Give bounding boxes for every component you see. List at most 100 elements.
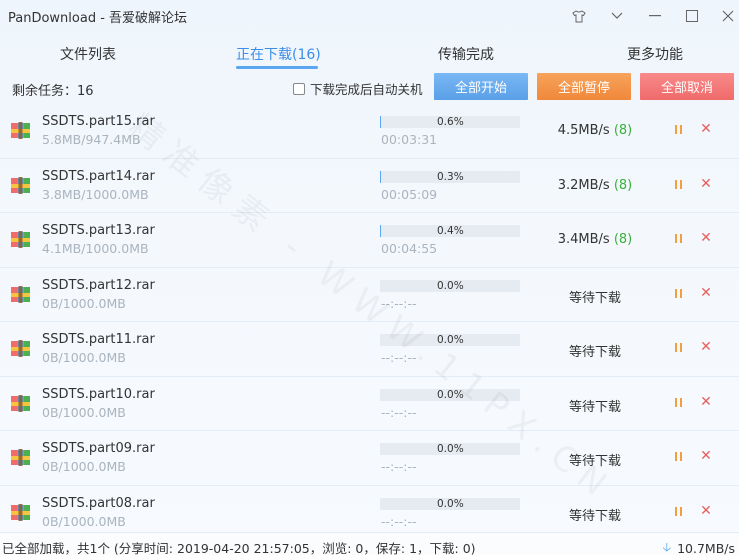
progress-percent: 0.6%: [437, 116, 464, 128]
download-status: 3.2MB/s (8): [540, 178, 650, 193]
progress-fill: [380, 225, 381, 237]
download-status: 等待下载: [540, 450, 650, 469]
minimize-icon[interactable]: [643, 4, 667, 28]
cancel-icon[interactable]: ✕: [699, 504, 713, 518]
file-size: 0B/1000.0MB: [42, 295, 126, 311]
file-size: 5.8MB/947.4MB: [42, 132, 141, 147]
download-row[interactable]: SSDTS.part13.rar 4.1MB/1000.0MB 0.4% 00:…: [0, 213, 739, 268]
archive-file-icon: [10, 502, 31, 523]
download-status: 等待下载: [540, 287, 650, 306]
title-bar: PanDownload - 吾爱破解论坛: [0, 0, 739, 32]
pause-icon[interactable]: [672, 341, 684, 355]
waiting-status: 等待下载: [568, 399, 621, 415]
status-bar: 已全部加载，共1个 (分享时间: 2019-04-20 21:57:05，浏览:…: [0, 532, 739, 555]
archive-file-icon: [10, 229, 31, 250]
window-title: PanDownload - 吾爱破解论坛: [8, 11, 188, 26]
toolbar: 剩余任务：16 下载完成后自动关机 全部开始 全部暂停 全部取消: [0, 72, 739, 104]
thread-count: (8): [613, 232, 633, 247]
cancel-icon[interactable]: ✕: [699, 395, 713, 409]
time-remaining: --:--:--: [381, 404, 417, 420]
file-size: 0B/1000.0MB: [42, 404, 126, 420]
file-size: 0B/1000.0MB: [42, 459, 126, 474]
pause-icon[interactable]: [672, 396, 684, 410]
auto-shutdown-checkbox[interactable]: [293, 82, 305, 95]
file-name: SSDTS.part08.rar: [42, 495, 155, 511]
waiting-status: 等待下载: [568, 454, 621, 469]
pause-icon[interactable]: [672, 232, 684, 246]
cancel-icon[interactable]: ✕: [699, 122, 713, 136]
pause-all-button[interactable]: 全部暂停: [537, 73, 631, 100]
archive-file-icon: [10, 175, 31, 196]
pause-icon[interactable]: [672, 123, 684, 137]
cancel-icon[interactable]: ✕: [699, 340, 713, 354]
speed-value: 3.4MB/s: [557, 232, 610, 247]
main-tabs: 文件列表 正在下载(16) 传输完成 更多功能: [0, 32, 739, 72]
tab-more[interactable]: 更多功能: [627, 44, 683, 64]
download-status: 3.4MB/s (8): [540, 232, 650, 247]
progress-percent: 0.0%: [437, 497, 464, 510]
cancel-icon[interactable]: ✕: [699, 231, 713, 245]
pause-icon[interactable]: [672, 287, 684, 301]
speed-value: 3.2MB/s: [557, 177, 610, 193]
auto-shutdown-option[interactable]: 下载完成后自动关机: [293, 79, 423, 98]
tab-downloading[interactable]: 正在下载(16): [236, 44, 321, 64]
pause-icon[interactable]: [672, 178, 684, 192]
time-remaining: --:--:--: [381, 513, 417, 529]
download-arrow-icon: 🡣: [662, 540, 672, 554]
download-row[interactable]: SSDTS.part08.rar 0B/1000.0MB 0.0% --:--:…: [0, 486, 739, 533]
tab-file-list[interactable]: 文件列表: [60, 44, 116, 64]
archive-file-icon: [10, 447, 31, 468]
file-name: SSDTS.part13.rar: [42, 223, 155, 238]
archive-file-icon: [10, 284, 31, 305]
download-status: 等待下载: [540, 505, 650, 524]
download-row[interactable]: SSDTS.part11.rar 0B/1000.0MB 0.0% --:--:…: [0, 322, 739, 377]
file-size: 3.8MB/1000.0MB: [42, 186, 149, 202]
thread-count: (8): [613, 123, 633, 138]
cancel-all-button[interactable]: 全部取消: [640, 73, 734, 100]
file-size: 4.1MB/1000.0MB: [42, 241, 149, 256]
download-row[interactable]: SSDTS.part10.rar 0B/1000.0MB 0.0% --:--:…: [0, 377, 739, 431]
cancel-icon[interactable]: ✕: [699, 177, 713, 191]
file-size: 0B/1000.0MB: [42, 350, 126, 365]
waiting-status: 等待下载: [568, 290, 621, 306]
start-all-button[interactable]: 全部开始: [434, 73, 528, 100]
remaining-tasks: 剩余任务：16: [12, 84, 94, 99]
archive-file-icon: [10, 120, 31, 141]
thread-count: (8): [613, 177, 633, 193]
progress-fill: [380, 116, 381, 128]
progress-percent: 0.0%: [437, 443, 464, 455]
cancel-icon[interactable]: ✕: [699, 449, 713, 463]
download-row[interactable]: SSDTS.part14.rar 3.8MB/1000.0MB 0.3% 00:…: [0, 159, 739, 213]
tab-completed[interactable]: 传输完成: [438, 44, 494, 64]
archive-file-icon: [10, 393, 31, 414]
waiting-status: 等待下载: [568, 345, 621, 360]
maximize-icon[interactable]: [680, 4, 704, 28]
skin-icon[interactable]: [567, 4, 591, 28]
time-remaining: 00:05:09: [381, 186, 438, 202]
total-speed-value: 10.7MB/s: [677, 541, 735, 555]
pause-icon[interactable]: [672, 450, 684, 464]
download-row[interactable]: SSDTS.part12.rar 0B/1000.0MB 0.0% --:--:…: [0, 268, 739, 322]
download-row[interactable]: SSDTS.part09.rar 0B/1000.0MB 0.0% --:--:…: [0, 431, 739, 486]
active-tab-indicator: [236, 66, 318, 69]
progress-percent: 0.0%: [437, 334, 464, 346]
time-remaining: 00:03:31: [381, 132, 438, 147]
dropdown-icon[interactable]: [605, 4, 629, 28]
close-window-icon[interactable]: [716, 4, 739, 28]
progress-percent: 0.0%: [437, 388, 464, 401]
download-list: SSDTS.part15.rar 5.8MB/947.4MB 0.6% 00:0…: [0, 104, 739, 532]
file-name: SSDTS.part15.rar: [42, 114, 155, 129]
download-row[interactable]: SSDTS.part15.rar 5.8MB/947.4MB 0.6% 00:0…: [0, 104, 739, 159]
file-size: 0B/1000.0MB: [42, 513, 126, 529]
archive-file-icon: [10, 338, 31, 359]
time-remaining: 00:04:55: [381, 241, 438, 256]
download-status: 等待下载: [540, 396, 650, 415]
waiting-status: 等待下载: [568, 508, 621, 524]
pause-icon[interactable]: [672, 505, 684, 519]
file-name: SSDTS.part10.rar: [42, 386, 155, 402]
cancel-icon[interactable]: ✕: [699, 286, 713, 300]
download-status: 4.5MB/s (8): [540, 123, 650, 138]
progress-percent: 0.4%: [437, 225, 464, 237]
time-remaining: --:--:--: [381, 459, 417, 474]
download-status: 等待下载: [540, 341, 650, 360]
